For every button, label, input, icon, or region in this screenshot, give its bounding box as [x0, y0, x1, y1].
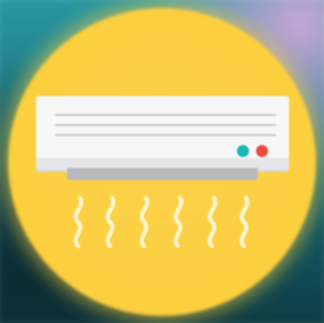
ac-vent-flap: [67, 168, 258, 180]
airflow-wave: [73, 196, 84, 248]
air-conditioner-icon: [36, 96, 289, 182]
airflow-wave: [105, 196, 116, 248]
ac-panel-line: [55, 134, 276, 136]
airflow-wave: [173, 196, 184, 248]
scene: [0, 0, 324, 323]
airflow-wave: [207, 196, 218, 248]
teal-indicator-light: [237, 145, 249, 157]
airflow-waves-icon: [73, 196, 250, 248]
airflow-wave: [139, 196, 150, 248]
red-indicator-light: [256, 145, 268, 157]
airflow-wave: [239, 196, 250, 248]
ac-panel-line: [55, 124, 276, 126]
ac-panel-line: [55, 114, 276, 116]
